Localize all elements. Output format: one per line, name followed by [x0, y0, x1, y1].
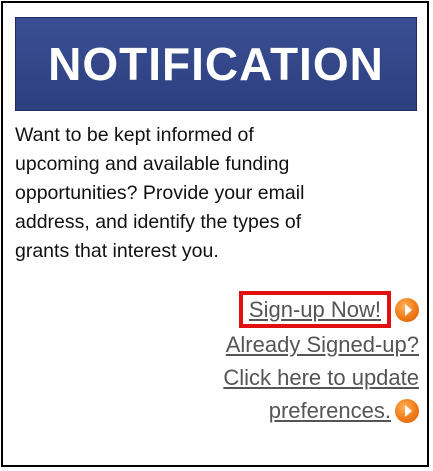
- message-line: grants that interest you.: [15, 240, 219, 262]
- notification-links: Sign-up Now! Already Signed-up? Click he…: [19, 291, 419, 427]
- arrow-icon[interactable]: [395, 297, 419, 322]
- notification-panel: NOTIFICATION Want to be kept informed of…: [1, 1, 429, 467]
- notification-banner: NOTIFICATION: [15, 17, 417, 111]
- banner-title: NOTIFICATION: [48, 38, 384, 90]
- signup-highlight-box: Sign-up Now!: [238, 291, 391, 328]
- update-row-2: Click here to update: [19, 361, 419, 394]
- update-row-3: preferences.: [19, 394, 419, 427]
- already-signed-up-link[interactable]: Already Signed-up?: [226, 328, 419, 361]
- notification-message: Want to be kept informed of upcoming and…: [15, 121, 415, 266]
- arrow-icon[interactable]: [395, 398, 419, 423]
- message-line: opportunities? Provide your email: [15, 182, 305, 204]
- click-here-to-update-link[interactable]: Click here to update: [223, 361, 419, 394]
- signup-now-link[interactable]: Sign-up Now!: [249, 297, 381, 322]
- preferences-link[interactable]: preferences.: [269, 394, 391, 427]
- update-row-1: Already Signed-up?: [19, 328, 419, 361]
- message-line: address, and identify the types of: [15, 211, 302, 233]
- signup-row: Sign-up Now!: [19, 291, 419, 328]
- message-line: Want to be kept informed of: [15, 124, 254, 146]
- message-line: upcoming and available funding: [15, 153, 290, 175]
